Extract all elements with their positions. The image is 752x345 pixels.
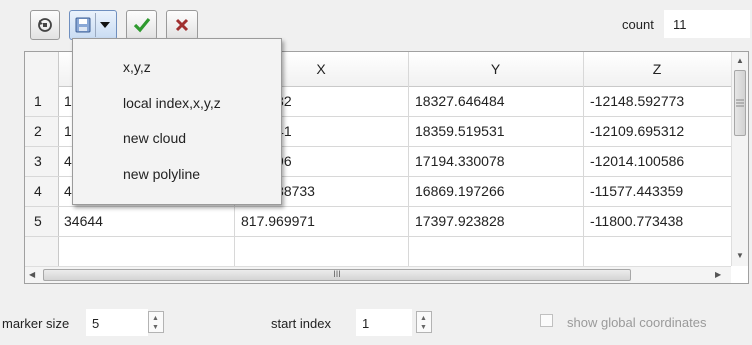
horizontal-scrollbar[interactable]: ◀ III ▶ — [25, 266, 731, 283]
export-split-button[interactable] — [69, 10, 117, 40]
table-cell-z[interactable]: -12014.100586 — [590, 146, 726, 176]
stepper-down-icon[interactable]: ▼ — [152, 324, 159, 331]
show-global-coordinates-label: show global coordinates — [567, 315, 707, 330]
stepper-down-icon[interactable]: ▼ — [420, 324, 427, 331]
count-field[interactable]: 11 — [664, 10, 750, 38]
table-cell-z[interactable]: -12109.695312 — [590, 116, 726, 146]
menu-item-xyz[interactable]: x,y,z — [123, 59, 151, 75]
scroll-right-icon[interactable]: ▶ — [715, 271, 721, 279]
row-number[interactable]: 5 — [25, 206, 58, 236]
apply-button[interactable] — [126, 10, 157, 40]
vertical-scroll-thumb[interactable] — [734, 70, 746, 136]
table-cell-z[interactable]: -11800.773438 — [590, 206, 726, 236]
table-cell-z[interactable]: -11577.443359 — [590, 176, 726, 206]
row-number[interactable]: 4 — [25, 176, 58, 206]
table-cell-y[interactable]: 17194.330078 — [415, 146, 575, 176]
horizontal-scroll-thumb[interactable]: III — [43, 269, 631, 281]
menu-item-new-cloud[interactable]: new cloud — [123, 130, 186, 146]
table-cell-y[interactable]: 17397.923828 — [415, 206, 575, 236]
marker-size-label: marker size — [2, 316, 70, 331]
start-index-label: start index — [271, 316, 331, 331]
row-number[interactable]: 3 — [25, 146, 58, 176]
stepper-up-icon[interactable]: ▲ — [152, 315, 159, 322]
marker-size-input[interactable]: 5 — [86, 309, 148, 336]
start-index-stepper[interactable]: ▲ ▼ — [416, 311, 432, 333]
menu-item-local-index-xyz[interactable]: local index,x,y,z — [123, 95, 221, 111]
column-header-y[interactable]: Y — [408, 52, 583, 86]
cancel-button[interactable] — [166, 10, 198, 40]
refresh-button[interactable] — [30, 10, 60, 40]
table-cell-y[interactable]: 18327.646484 — [415, 86, 575, 116]
table-cell-y[interactable]: 16869.197266 — [415, 176, 575, 206]
save-icon — [75, 17, 91, 33]
count-label: count — [622, 17, 654, 32]
scroll-up-icon[interactable]: ▲ — [736, 57, 744, 65]
table-cell-z[interactable]: -12148.592773 — [590, 86, 726, 116]
column-header-z[interactable]: Z — [583, 52, 731, 86]
table-cell-y[interactable]: 18359.519531 — [415, 116, 575, 146]
vertical-scrollbar[interactable]: ▲ ▼ — [731, 52, 748, 266]
chevron-down-icon[interactable] — [100, 22, 110, 29]
start-index-input[interactable]: 1 — [356, 309, 412, 336]
close-icon — [174, 17, 190, 33]
scroll-down-icon[interactable]: ▼ — [736, 252, 744, 260]
refresh-icon — [36, 16, 54, 34]
show-global-coordinates-checkbox[interactable] — [540, 314, 553, 327]
table-cell-x[interactable]: 817.969971 — [241, 206, 401, 236]
marker-size-stepper[interactable]: ▲ ▼ — [148, 311, 164, 333]
row-number[interactable]: 1 — [25, 86, 58, 116]
stepper-up-icon[interactable]: ▲ — [420, 315, 427, 322]
row-number[interactable]: 2 — [25, 116, 58, 146]
table-cell-index[interactable]: 34644 — [64, 206, 224, 236]
checkmark-icon — [133, 16, 151, 34]
export-dropdown-menu: x,y,z local index,x,y,z new cloud new po… — [72, 38, 282, 205]
menu-item-new-polyline[interactable]: new polyline — [123, 166, 200, 182]
scroll-left-icon[interactable]: ◀ — [29, 271, 35, 279]
